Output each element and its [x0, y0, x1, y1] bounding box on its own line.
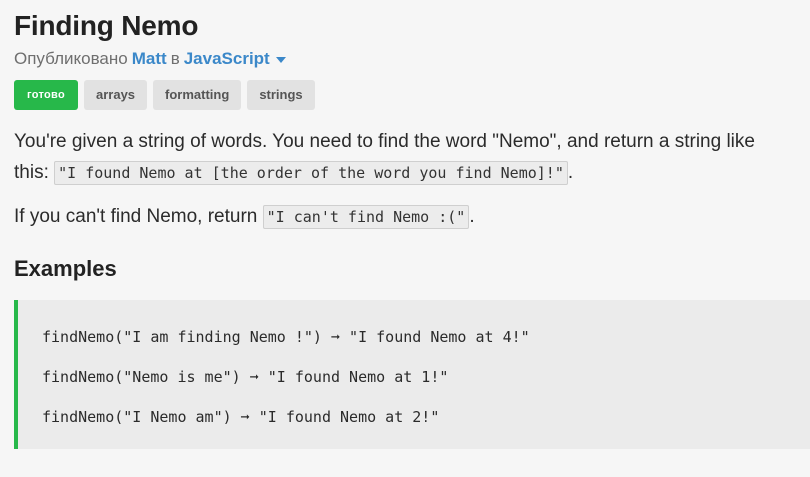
example-line: findNemo("I Nemo am") ➞ "I found Nemo at…	[42, 408, 440, 426]
in-label: в	[170, 49, 180, 68]
description-text: If you can't find Nemo, return	[14, 206, 263, 227]
status-badge[interactable]: готово	[14, 80, 78, 110]
inline-code: "I found Nemo at [the order of the word …	[54, 161, 568, 185]
tag-arrays[interactable]: arrays	[83, 80, 148, 110]
published-label: Опубликовано	[14, 49, 128, 68]
language-link[interactable]: JavaScript	[184, 48, 270, 70]
chevron-down-icon[interactable]	[275, 57, 286, 63]
tag-formatting[interactable]: formatting	[153, 80, 242, 110]
description: You're given a string of words. You need…	[14, 126, 794, 233]
example-line: findNemo("Nemo is me") ➞ "I found Nemo a…	[42, 368, 449, 386]
description-paragraph-2: If you can't find Nemo, return "I can't …	[14, 201, 794, 233]
example-line: findNemo("I am finding Nemo !") ➞ "I fou…	[42, 328, 530, 346]
inline-code: "I can't find Nemo :("	[262, 205, 470, 229]
author-link[interactable]: Matt	[132, 48, 167, 70]
byline: Опубликовано Matt в JavaScript	[14, 48, 806, 70]
description-text: .	[469, 206, 475, 227]
tag-strings[interactable]: strings	[247, 80, 315, 110]
examples-block: findNemo("I am finding Nemo !") ➞ "I fou…	[14, 300, 810, 449]
tag-list: готово arrays formatting strings	[14, 80, 806, 110]
description-paragraph-1: You're given a string of words. You need…	[14, 126, 794, 189]
kata-page: Finding Nemo Опубликовано Matt в JavaScr…	[14, 8, 810, 449]
examples-heading: Examples	[14, 256, 117, 281]
description-text: .	[567, 162, 574, 183]
page-title: Finding Nemo	[14, 10, 199, 41]
